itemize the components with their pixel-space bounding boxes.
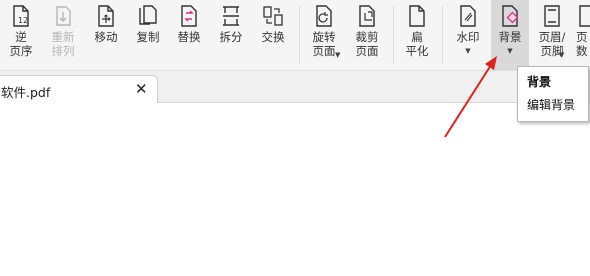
toolbar-divider (442, 6, 443, 64)
watermark-label: 水印 (456, 30, 480, 44)
split-button[interactable]: 拆分 (214, 0, 248, 70)
rearrange-icon (56, 6, 71, 26)
crop-page-label: 裁剪 页面 (355, 30, 379, 58)
flatten-icon (409, 5, 425, 27)
watermark-icon (460, 5, 476, 27)
rotate-page-button[interactable]: 旋转 页面 ▼ (306, 0, 342, 70)
move-page-icon (98, 5, 114, 27)
document-tab-title: 软件.pdf (1, 85, 51, 100)
page-toolbar: 12 逆 页序 重新 排列 移动 复制 替换 拆分 交换 旋转 页面 ▼ 裁剪 … (0, 0, 590, 71)
crop-page-icon (359, 5, 375, 27)
replace-page-icon (181, 5, 197, 27)
toolbar-divider (393, 6, 394, 64)
move-page-button[interactable]: 移动 (89, 0, 123, 70)
header-footer-icon (544, 5, 560, 27)
background-dropdown-icon[interactable]: ▼ (507, 47, 512, 55)
rearrange-label: 重新 排列 (51, 30, 75, 58)
copy-page-label: 复制 (136, 30, 160, 44)
reverse-pages-icon: 12 (13, 5, 29, 27)
flatten-button[interactable]: 扁 平化 (399, 0, 435, 70)
background-button[interactable]: 背景 ▼ (491, 0, 529, 70)
background-label: 背景 (498, 30, 522, 44)
copy-page-button[interactable]: 复制 (131, 0, 165, 70)
page-number-icon (579, 5, 590, 27)
crop-page-button[interactable]: 裁剪 页面 (349, 0, 385, 70)
header-footer-button[interactable]: 页眉/ 页脚 ▼ (533, 0, 571, 70)
toolbar-divider (299, 6, 300, 64)
replace-page-label: 替换 (177, 30, 201, 44)
split-icon (223, 6, 239, 26)
rotate-page-icon (316, 5, 332, 27)
swap-pages-button[interactable]: 交换 (256, 0, 290, 70)
rotate-page-label: 旋转 页面 (312, 30, 336, 58)
page-number-label: 页 数 (576, 30, 588, 58)
reverse-pages-label: 逆 页序 (9, 30, 33, 58)
page-number-button[interactable]: 页 数 (576, 0, 590, 70)
reverse-pages-button[interactable]: 12 逆 页序 (4, 0, 38, 70)
background-tooltip: 背景 编辑背景 (517, 66, 589, 122)
document-view (0, 103, 590, 276)
header-footer-dropdown-icon[interactable]: ▼ (559, 51, 564, 59)
document-tab[interactable]: 软件.pdf ✕ (0, 75, 158, 103)
flatten-label: 扁 平化 (405, 30, 429, 58)
background-icon (502, 5, 519, 27)
rotate-page-dropdown-icon[interactable]: ▼ (335, 51, 340, 59)
close-icon[interactable]: ✕ (135, 80, 148, 98)
rearrange-button[interactable]: 重新 排列 (46, 0, 80, 70)
copy-page-icon (139, 5, 157, 25)
tooltip-description: 编辑背景 (527, 98, 576, 112)
watermark-button[interactable]: 水印 ▼ (450, 0, 486, 70)
svg-text:12: 12 (18, 16, 28, 25)
document-tab-bar: 软件.pdf ✕ (0, 71, 590, 103)
replace-page-button[interactable]: 替换 (172, 0, 206, 70)
tooltip-title: 背景 (527, 75, 552, 89)
split-label: 拆分 (219, 30, 243, 44)
swap-pages-icon (263, 6, 283, 26)
watermark-dropdown-icon[interactable]: ▼ (465, 47, 470, 55)
move-page-label: 移动 (94, 30, 118, 44)
swap-pages-label: 交换 (261, 30, 285, 44)
